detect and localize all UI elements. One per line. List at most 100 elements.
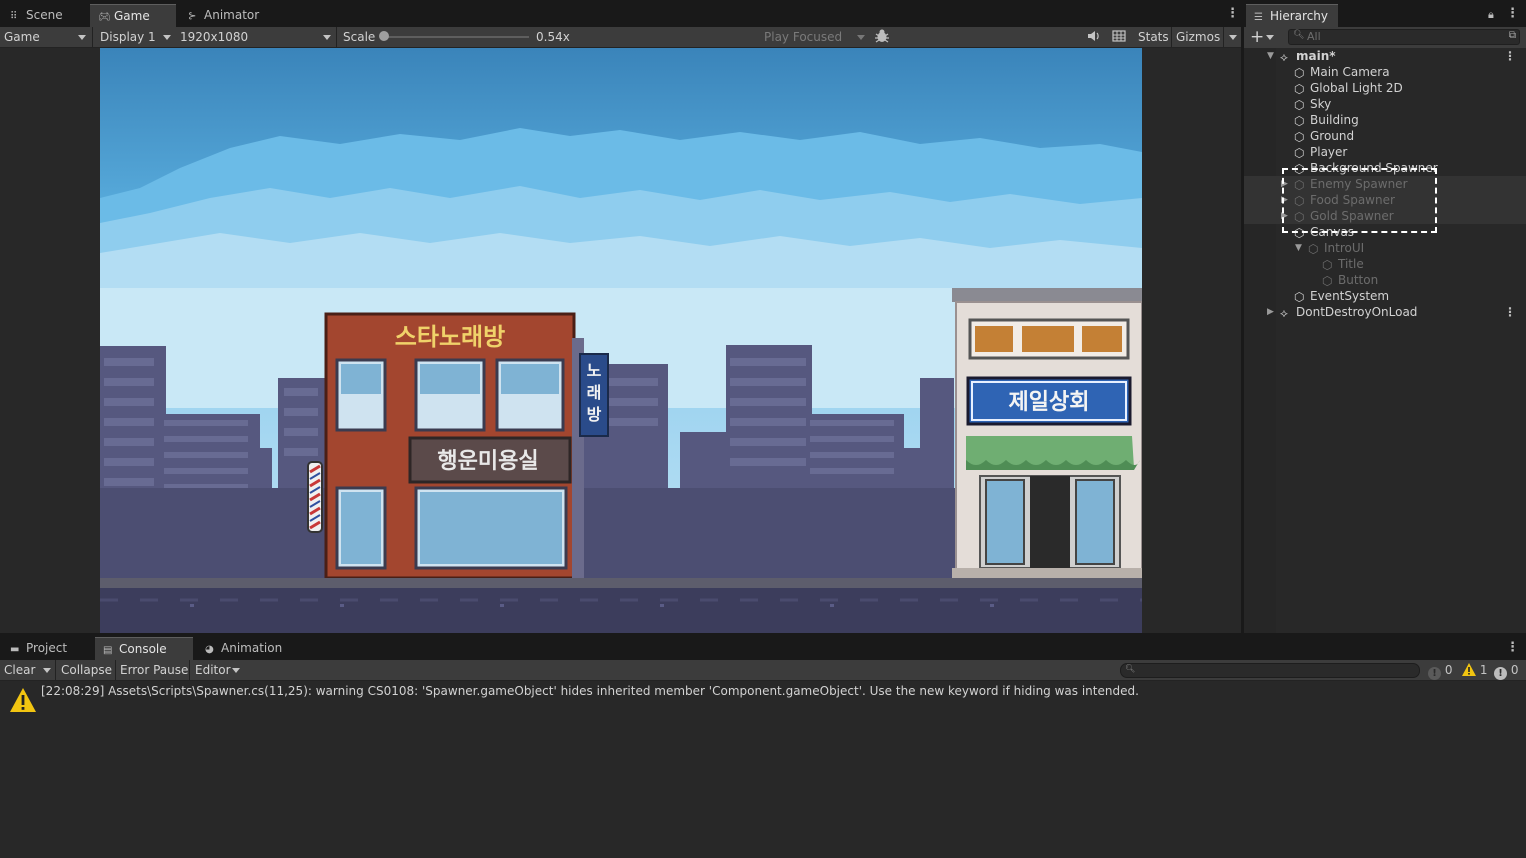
hierarchy-menu-icon[interactable]: ⋮ (1506, 6, 1519, 21)
hierarchy-item-label: Ground (1310, 129, 1355, 143)
resolution-chevron-down-icon (323, 35, 331, 40)
hierarchy-item-label: IntroUI (1324, 241, 1365, 255)
list-icon: ☰ (1254, 12, 1263, 23)
hierarchy-item[interactable]: ⬡ Ground (1244, 128, 1526, 144)
tab-hierarchy[interactable]: ☰ Hierarchy (1246, 4, 1338, 27)
hierarchy-item[interactable]: ⬡ EventSystem (1244, 288, 1526, 304)
tab-console[interactable]: ▤ Console (95, 637, 193, 660)
hierarchy-item[interactable]: ▶ ⟡ DontDestroyOnLoad ⋮ (1244, 304, 1526, 320)
error-pause-button[interactable]: Error Pause (120, 660, 188, 680)
game-mode-dropdown[interactable]: Game (4, 27, 40, 47)
gameobject-cube-icon: ⬡ (1322, 274, 1333, 288)
gameobject-cube-icon: ⬡ (1294, 290, 1305, 304)
animator-icon: ⊱ (188, 11, 197, 22)
bug-icon[interactable] (874, 28, 890, 48)
game-panel-menu-icon[interactable]: ⋮ (1226, 6, 1239, 21)
clear-chevron-down-icon[interactable] (43, 668, 51, 673)
audio-icon[interactable] (1086, 28, 1100, 48)
info-icon: ! (1428, 667, 1441, 680)
collapse-arrow-icon[interactable]: ▶ (1267, 304, 1274, 320)
folder-icon: ▬ (10, 644, 20, 655)
play-mode-dropdown[interactable]: Play Focused (764, 27, 842, 47)
hierarchy-item[interactable]: ⬡ Background Spawner (1244, 160, 1526, 176)
lock-icon[interactable]: 🔒︎ (1488, 8, 1494, 22)
karaoke-vertical-sign: 노래방 (587, 361, 602, 424)
info-count-toggle[interactable]: ! 0 (1428, 660, 1452, 680)
grid-icon: ⠿ (10, 11, 18, 22)
hierarchy-item-label: Sky (1310, 97, 1332, 111)
hierarchy-item-label: DontDestroyOnLoad (1296, 305, 1418, 319)
hierarchy-list: ▼ ⟡ main* ⋮ ⬡ Main Camera ⬡ Global Light 2D ⬡ Sky… (1244, 48, 1526, 633)
resolution-dropdown[interactable]: 1920x1080 (180, 27, 248, 47)
editor-dropdown[interactable]: Editor (195, 660, 231, 680)
collapse-arrow-icon[interactable]: ▶ (1281, 176, 1288, 192)
hierarchy-item-label: Food Spawner (1310, 193, 1395, 207)
divider (1171, 27, 1172, 47)
hierarchy-item[interactable]: ▼ ⬡ IntroUI (1244, 240, 1526, 256)
hierarchy-item[interactable]: ⬡ Title (1244, 256, 1526, 272)
clear-button[interactable]: Clear (4, 660, 35, 680)
expand-arrow-icon[interactable]: ▼ (1295, 240, 1302, 256)
scale-value: 0.54x (536, 30, 570, 44)
scene-menu-icon[interactable]: ⋮ (1504, 48, 1516, 64)
beauty-salon-sign: 행운미용실 (437, 449, 538, 474)
hierarchy-item-label: Button (1338, 273, 1379, 287)
hierarchy-item[interactable]: ▶ ⬡ Enemy Spawner (1244, 176, 1526, 192)
info-count: 0 (1444, 663, 1453, 677)
add-chevron-down-icon[interactable] (1266, 35, 1274, 40)
hierarchy-item-label: EventSystem (1310, 289, 1390, 303)
animation-icon: ◕ (205, 644, 214, 655)
hierarchy-item[interactable]: ▶ ⬡ Food Spawner (1244, 192, 1526, 208)
hierarchy-toolbar: + 🔍︎ All ⧉ (1244, 27, 1526, 48)
hierarchy-item[interactable]: ⬡ Canvas (1244, 224, 1526, 240)
scene-menu-icon[interactable]: ⋮ (1504, 304, 1516, 320)
hierarchy-item[interactable]: ▼ ⟡ main* ⋮ (1244, 48, 1526, 64)
karaoke-sign: 스타노래방 (395, 323, 505, 351)
warning-count: 1 (1479, 663, 1488, 677)
console-menu-icon[interactable]: ⋮ (1506, 640, 1519, 655)
hierarchy-item[interactable]: ⬡ Global Light 2D (1244, 80, 1526, 96)
stats-button[interactable]: Stats (1138, 27, 1169, 47)
gameobject-cube-icon: ⬡ (1294, 82, 1305, 96)
warning-count-toggle[interactable]: 1 (1462, 660, 1487, 680)
scale-label: Scale (343, 30, 376, 44)
gameobject-cube-icon: ⬡ (1308, 242, 1319, 256)
aspect-grid-icon[interactable] (1112, 28, 1126, 48)
collapse-arrow-icon[interactable]: ▶ (1281, 192, 1288, 208)
tab-scene[interactable]: ⠿ Scene (2, 4, 71, 27)
expand-arrow-icon[interactable]: ▼ (1267, 48, 1274, 64)
scale-slider-knob[interactable] (379, 31, 389, 41)
display-chevron-down-icon (163, 35, 171, 40)
tab-animation-label: Animation (221, 641, 283, 655)
search-scope-icon[interactable]: ⧉ (1509, 30, 1516, 41)
tab-project[interactable]: ▬ Project (2, 637, 75, 660)
console-log-entry[interactable]: [22:08:29] Assets\Scripts\Spawner.cs(11,… (0, 682, 1526, 718)
editor-chevron-down-icon[interactable] (232, 668, 240, 673)
add-icon[interactable]: + (1250, 27, 1264, 47)
game-view[interactable]: 행운미용실 스타노래방 노래방 제일상회 (100, 48, 1142, 633)
hierarchy-item[interactable]: ⬡ Main Camera (1244, 64, 1526, 80)
hierarchy-item[interactable]: ⬡ Player (1244, 144, 1526, 160)
tab-animator[interactable]: ⊱ Animator (180, 4, 267, 27)
console-search-input[interactable]: 🔍︎ (1120, 663, 1420, 678)
gameobject-cube-icon: ⬡ (1294, 226, 1305, 240)
scale-slider-track[interactable] (384, 36, 529, 38)
display-dropdown[interactable]: Display 1 (100, 27, 156, 47)
collapse-arrow-icon[interactable]: ▶ (1281, 208, 1288, 224)
hierarchy-search-input[interactable]: 🔍︎ All ⧉ (1288, 29, 1520, 45)
error-count-toggle[interactable]: ! 0 (1494, 660, 1518, 680)
divider (92, 27, 93, 47)
hierarchy-item[interactable]: ⬡ Sky (1244, 96, 1526, 112)
game-scene-illustration: 행운미용실 스타노래방 노래방 제일상회 (100, 48, 1142, 633)
gizmos-button[interactable]: Gizmos (1176, 27, 1220, 47)
console-toolbar: Clear Collapse Error Pause Editor 🔍︎ ! 0… (0, 660, 1526, 681)
hierarchy-item[interactable]: ⬡ Building (1244, 112, 1526, 128)
gizmos-chevron-down-icon[interactable] (1229, 35, 1237, 40)
hierarchy-item[interactable]: ⬡ Button (1244, 272, 1526, 288)
collapse-button[interactable]: Collapse (61, 660, 112, 680)
divider (189, 660, 190, 680)
tab-game[interactable]: 🎮︎ Game (90, 4, 176, 27)
hierarchy-item[interactable]: ▶ ⬡ Gold Spawner (1244, 208, 1526, 224)
warning-icon (1462, 663, 1476, 676)
tab-animation[interactable]: ◕ Animation (197, 637, 290, 660)
